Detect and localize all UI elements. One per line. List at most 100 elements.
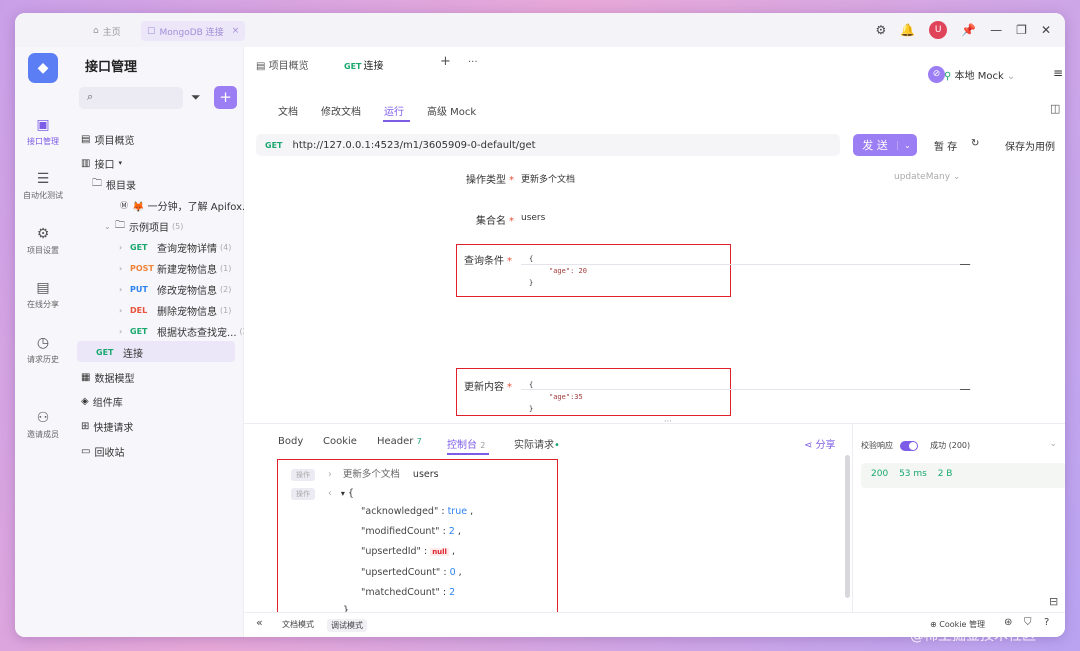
tab-connection[interactable]: GET 连接 — [344, 57, 384, 72]
update-editor[interactable]: { "age":35 } — [529, 379, 583, 415]
chevron-right-icon: › — [119, 284, 123, 294]
validate-toggle[interactable] — [899, 440, 918, 451]
more-tabs-button[interactable]: ··· — [468, 57, 478, 68]
home-tab[interactable]: ⌂ 主页 — [87, 21, 127, 41]
tree-item-endpoint[interactable]: › GET 根据状态查找宠... (2) — [119, 321, 251, 341]
add-tab-button[interactable]: + — [440, 54, 451, 69]
tree-item-endpoint[interactable]: › POST 新建宠物信息 (1) — [119, 258, 231, 278]
tab-label: 实际请求 — [514, 440, 554, 451]
bell-icon[interactable]: 🔔 — [900, 23, 915, 37]
send-button[interactable]: 发 送 ⌄ — [853, 134, 917, 156]
json-brace: { — [347, 488, 354, 499]
mongodb-tab[interactable]: ▢ MongoDB 连接 × — [141, 21, 246, 41]
json-value: null — [430, 548, 449, 556]
save-temp-button[interactable]: 暂 存 — [934, 138, 957, 153]
question-icon[interactable]: ? — [1044, 617, 1049, 628]
op-type-value[interactable]: 更新多个文档 — [521, 172, 575, 185]
tab-body[interactable]: Body — [278, 436, 303, 447]
close-window-icon[interactable]: ✕ — [1041, 23, 1051, 37]
pin-icon[interactable]: 📌 — [961, 23, 976, 37]
app-logo[interactable]: ◆ — [28, 53, 58, 83]
expand-toggle-icon[interactable]: ▾ — [341, 489, 345, 498]
rail-label: 自动化测试 — [23, 191, 63, 200]
layout-toggle-icon[interactable]: ◫ — [1050, 102, 1060, 115]
rail-item-share[interactable]: ▤ 在线分享 — [15, 280, 71, 310]
tab-actual-request[interactable]: 实际请求• — [514, 436, 560, 451]
tab-console[interactable]: 控制台 2 — [447, 436, 485, 451]
rail-label: 在线分享 — [27, 300, 59, 309]
console-scrollbar[interactable] — [845, 455, 850, 598]
tree-item-endpoint[interactable]: › DEL 删除宠物信息 (1) — [119, 300, 231, 320]
search-input[interactable]: ⌕ — [79, 87, 183, 109]
share-button[interactable]: ⋖ 分享 — [804, 436, 836, 451]
gear-icon[interactable]: ⚙ — [876, 23, 887, 37]
add-button[interactable]: + — [214, 86, 237, 109]
tab-edit-doc[interactable]: 修改文档 — [321, 103, 361, 118]
tab-overview[interactable]: ▤ 项目概览 — [256, 57, 309, 72]
chevron-down-icon[interactable]: ⌄ — [1049, 439, 1057, 449]
tree-item-components[interactable]: ◈ 组件库 — [81, 391, 123, 411]
filter-icon[interactable]: ⏷ — [191, 90, 201, 105]
tree-item-data-models[interactable]: ▦ 数据模型 — [81, 367, 134, 387]
rail-item-history[interactable]: ◷ 请求历史 — [15, 335, 71, 365]
method-badge: GET — [130, 326, 148, 336]
method-badge: GET — [344, 62, 362, 71]
avatar[interactable]: U — [929, 21, 948, 39]
method-badge: GET — [96, 347, 114, 357]
debug-mode-button[interactable]: 调试模式 — [327, 619, 367, 632]
tree-count: (1) — [220, 263, 232, 273]
doc-mode-button[interactable]: 文档模式 — [282, 619, 314, 630]
minimize-icon[interactable]: — — [990, 23, 1002, 37]
code-text: "age":35 — [549, 393, 583, 401]
tree-item-overview[interactable]: ▤ 项目概览 — [81, 129, 134, 149]
sync-icon[interactable]: ⊘ — [928, 66, 945, 83]
collapse-icon[interactable]: « — [256, 616, 263, 629]
tree-item-example-folder[interactable]: ⌄ 🗀 示例项目 (5) — [104, 216, 183, 236]
tree-item-root[interactable]: 🗀 根目录 — [92, 174, 136, 194]
query-label: 查询条件 * — [457, 252, 512, 267]
env-selector[interactable]: ⚲ 本地 Mock ⌄ — [944, 67, 1015, 82]
tab-run[interactable]: 运行 — [384, 103, 404, 118]
rail-item-settings[interactable]: ⚙ 项目设置 — [15, 226, 71, 256]
json-key: "acknowledged" — [361, 506, 439, 517]
url-input[interactable]: GET http://127.0.0.1:4523/m1/3605909-0-d… — [256, 134, 840, 156]
tab-doc[interactable]: 文档 — [278, 103, 298, 118]
label-text: 集合名 — [476, 216, 506, 227]
rail-item-automation[interactable]: ☰ 自动化测试 — [15, 171, 71, 201]
tree-item-endpoint[interactable]: › PUT 修改宠物信息 (2) — [119, 279, 231, 299]
code-line: "age":35 — [529, 391, 583, 403]
tree-item-root-doc[interactable]: Ⓜ 🦊 一分钟，了解 Apifox... — [120, 195, 252, 215]
share-label: 分享 — [815, 440, 836, 451]
chevron-down-icon[interactable]: ⌄ — [897, 140, 917, 150]
query-editor[interactable]: { "age": 20 } — [529, 253, 587, 289]
panel-layout-icon[interactable]: ⊟ — [1049, 595, 1058, 608]
method-badge: GET — [130, 242, 148, 252]
tab-advanced-mock[interactable]: 高级 Mock — [427, 103, 476, 118]
rail-item-api[interactable]: ▣ 接口管理 — [15, 117, 71, 147]
rail-item-invite[interactable]: ⚇ 邀请成员 — [15, 410, 71, 440]
save-case-button[interactable]: 保存为用例 — [1005, 138, 1055, 153]
restore-icon[interactable]: ❐ — [1016, 23, 1027, 37]
tab-cookie[interactable]: Cookie — [323, 436, 357, 447]
tab-header[interactable]: Header 7 — [377, 436, 422, 447]
op-type-hint[interactable]: updateMany ⌄ — [894, 172, 960, 182]
tree-item-recycle[interactable]: ▭ 回收站 — [81, 441, 124, 461]
drag-handle-icon[interactable]: ··· — [664, 417, 672, 426]
code-line: { — [529, 255, 534, 263]
close-icon[interactable]: × — [232, 26, 240, 36]
console-op-line: 操作 › 更新多个文档 users — [291, 466, 439, 481]
env-label: 本地 Mock — [954, 71, 1004, 82]
json-comma: , — [451, 546, 456, 557]
response-status-panel: 校验响应 成功 (200) ⌄ 200 53 ms 2 B ⊟ — [852, 423, 1065, 613]
interface-icon: ▥ — [81, 157, 91, 169]
tree-item-quick-requests[interactable]: ⊞ 快捷请求 — [81, 416, 133, 436]
menu-icon[interactable]: ≡ — [1053, 66, 1063, 80]
json-key: "matchedCount" — [361, 587, 440, 598]
tree-item-connection[interactable]: GET 连接 — [96, 342, 143, 362]
validate-label: 校验响应 — [861, 441, 893, 450]
refresh-icon[interactable]: ↻ — [971, 138, 979, 149]
tree-item-interfaces[interactable]: ▥ 接口 ▾ — [81, 153, 122, 173]
op-text: 更新多个文档 — [342, 469, 400, 480]
collection-input[interactable]: users — [521, 213, 545, 223]
tree-item-endpoint[interactable]: › GET 查询宠物详情 (4) — [119, 237, 231, 257]
